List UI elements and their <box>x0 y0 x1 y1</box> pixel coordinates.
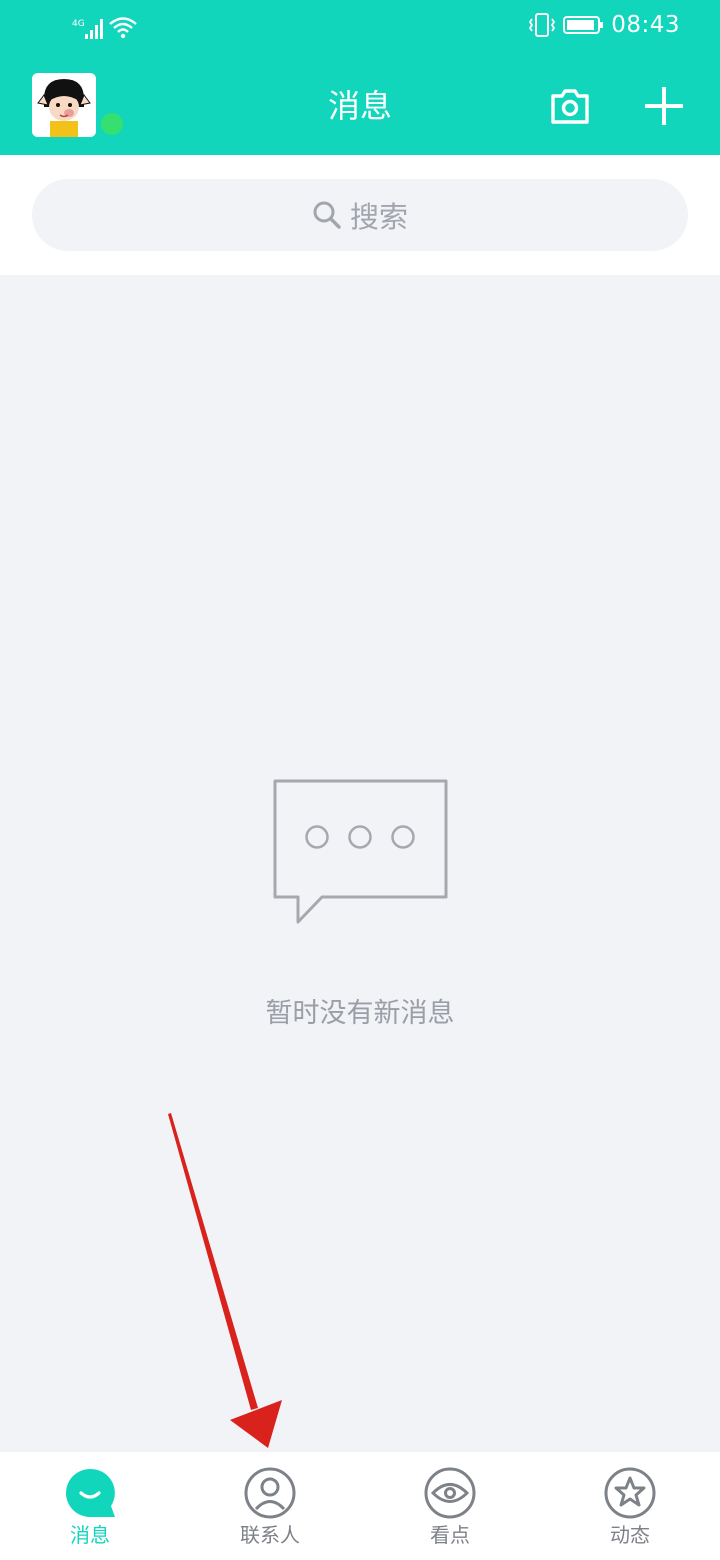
tab-label: 联系人 <box>240 1523 300 1547</box>
tab-messages[interactable]: 消息 <box>0 1452 180 1560</box>
battery-icon <box>563 16 604 34</box>
online-status-dot <box>101 113 123 135</box>
search-section: 搜索 <box>0 155 720 275</box>
search-icon <box>313 201 341 229</box>
top-bar: 4G 08:43 消息 <box>0 0 720 155</box>
plus-icon <box>645 87 683 125</box>
annotation-arrow <box>160 1108 290 1453</box>
tab-label: 看点 <box>430 1523 470 1547</box>
page-title: 消息 <box>327 87 392 125</box>
status-time: 08:43 <box>611 12 680 38</box>
status-right: 08:43 <box>527 12 680 38</box>
contacts-icon <box>244 1467 296 1519</box>
tab-kandian[interactable]: 看点 <box>360 1452 540 1560</box>
camera-icon <box>551 89 589 124</box>
tab-contacts[interactable]: 联系人 <box>180 1452 360 1560</box>
star-icon <box>604 1467 656 1519</box>
vibrate-icon <box>529 13 556 37</box>
tab-dynamic[interactable]: 动态 <box>540 1452 720 1560</box>
camera-button[interactable] <box>548 84 592 128</box>
search-placeholder: 搜索 <box>349 200 408 234</box>
status-network: 4G <box>72 14 138 40</box>
tab-label: 动态 <box>610 1523 650 1547</box>
network-type: 4G <box>72 19 85 29</box>
eye-icon <box>424 1467 476 1519</box>
tab-label: 消息 <box>70 1523 110 1547</box>
add-button[interactable] <box>640 82 688 130</box>
message-icon <box>66 1468 115 1517</box>
empty-message: 暂时没有新消息 <box>265 998 455 1029</box>
chat-bubble-icon <box>272 778 450 928</box>
avatar[interactable] <box>32 73 96 137</box>
bottom-tab-bar: 消息 联系人 看点 动态 <box>0 1452 720 1560</box>
search-input[interactable]: 搜索 <box>32 179 688 251</box>
